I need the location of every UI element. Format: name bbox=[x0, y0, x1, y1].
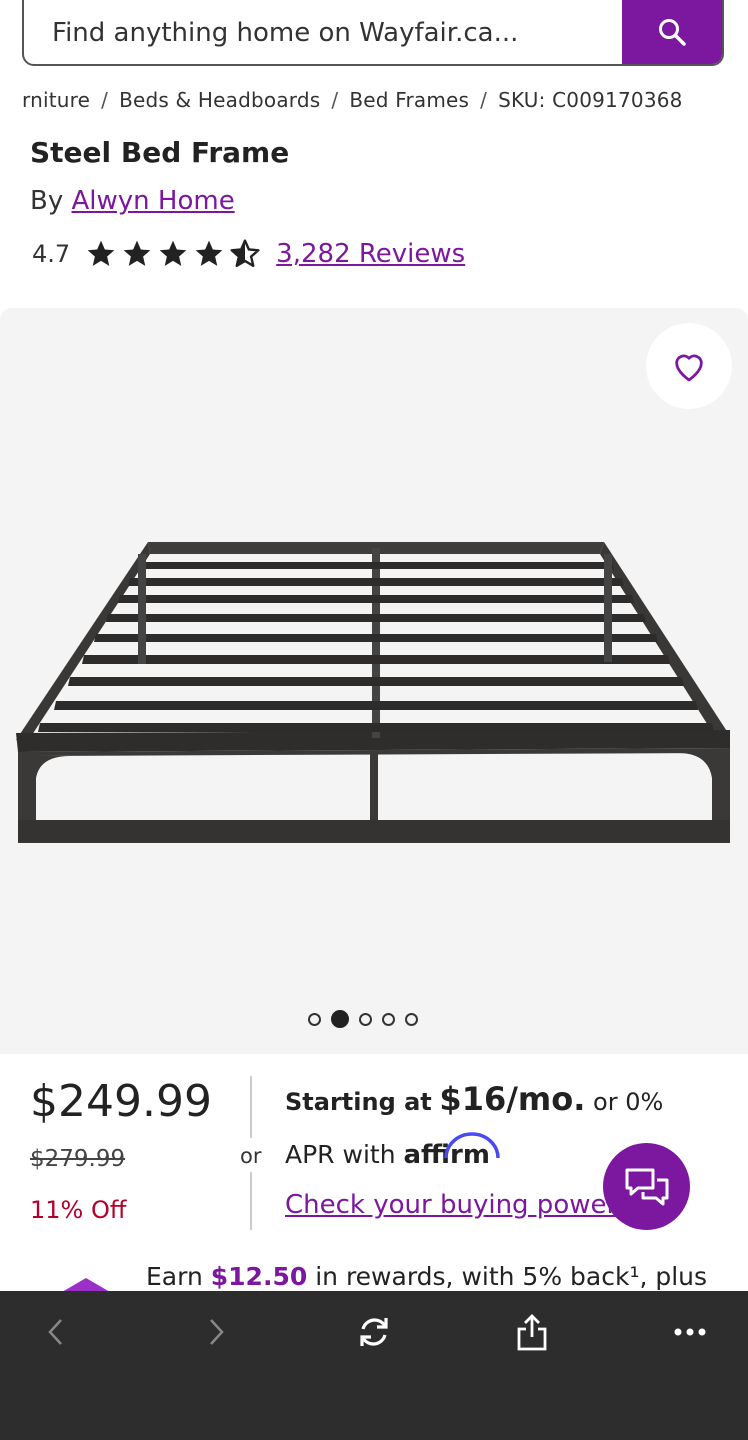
heart-icon bbox=[675, 354, 703, 382]
browser-toolbar bbox=[0, 1291, 748, 1440]
search-icon bbox=[659, 19, 686, 46]
gallery-dot[interactable] bbox=[308, 1012, 321, 1026]
gallery-pagination bbox=[308, 1010, 418, 1028]
brand-line: By Alwyn Home bbox=[30, 186, 235, 216]
product-image-gallery[interactable] bbox=[0, 308, 748, 1054]
rewards-text: Earn $12.50 in rewards, with 5% back¹, p… bbox=[146, 1262, 707, 1291]
favorite-button[interactable] bbox=[646, 323, 732, 409]
original-price: $279.99 bbox=[30, 1146, 126, 1172]
more-icon bbox=[674, 1328, 706, 1336]
rewards-amount: $12.50 bbox=[210, 1262, 308, 1291]
brand-link[interactable]: Alwyn Home bbox=[72, 186, 235, 216]
star-half-icon bbox=[230, 239, 260, 268]
breadcrumb-separator: / bbox=[101, 88, 109, 112]
affirm-arc-icon bbox=[443, 1132, 500, 1159]
by-label: By bbox=[30, 186, 64, 216]
check-buying-power-link[interactable]: Check your buying power bbox=[285, 1190, 617, 1220]
discount-label: 11% Off bbox=[30, 1196, 127, 1224]
search-input[interactable] bbox=[24, 0, 624, 64]
affirm-logo: affirm bbox=[404, 1132, 500, 1170]
financing-amount: $16/mo. bbox=[439, 1080, 586, 1118]
reload-icon bbox=[360, 1318, 388, 1346]
forward-button[interactable] bbox=[184, 1305, 248, 1359]
rewards-description: in rewards, with 5% back¹, plus bbox=[315, 1262, 708, 1291]
forward-icon bbox=[210, 1319, 224, 1345]
reviews-link[interactable]: 3,282 Reviews bbox=[276, 239, 465, 269]
divider bbox=[250, 1172, 252, 1230]
gallery-dot[interactable] bbox=[359, 1012, 372, 1026]
more-button[interactable] bbox=[658, 1305, 722, 1359]
star-icon bbox=[195, 240, 223, 266]
apr-text: APR with bbox=[285, 1140, 396, 1169]
breadcrumb-item[interactable]: rniture bbox=[22, 88, 90, 112]
rating: 4.7 3,282 Reviews bbox=[32, 238, 465, 270]
share-button[interactable] bbox=[500, 1305, 564, 1359]
price: $249.99 bbox=[30, 1076, 212, 1127]
breadcrumb-sku: SKU: C009170368 bbox=[498, 88, 683, 112]
breadcrumb-separator: / bbox=[331, 88, 339, 112]
back-button[interactable] bbox=[24, 1305, 88, 1359]
star-icon bbox=[159, 240, 187, 266]
bed-frame-image bbox=[16, 542, 730, 843]
search-button[interactable] bbox=[622, 0, 722, 64]
breadcrumb-item[interactable]: Beds & Headboards bbox=[119, 88, 320, 112]
breadcrumb: rniture / Beds & Headboards / Bed Frames / SKU… bbox=[22, 88, 748, 122]
rating-value: 4.7 bbox=[32, 240, 71, 268]
rewards-prefix: Earn bbox=[146, 1262, 203, 1291]
chat-icon bbox=[625, 1168, 668, 1205]
breadcrumb-item[interactable]: Bed Frames bbox=[349, 88, 469, 112]
share-icon bbox=[517, 1314, 547, 1351]
breadcrumb-separator: / bbox=[480, 88, 488, 112]
divider bbox=[250, 1076, 252, 1138]
back-icon bbox=[48, 1319, 62, 1345]
gallery-dot-active[interactable] bbox=[331, 1010, 349, 1028]
financing-suffix: or 0% bbox=[593, 1088, 664, 1116]
gallery-dot[interactable] bbox=[405, 1012, 418, 1026]
product-title: Steel Bed Frame bbox=[30, 136, 290, 169]
search-bar bbox=[22, 0, 724, 66]
gallery-dot[interactable] bbox=[382, 1012, 395, 1026]
rating-stars bbox=[84, 238, 262, 270]
reload-button[interactable] bbox=[342, 1305, 406, 1359]
financing-line: Starting at $16/mo. or 0% bbox=[285, 1080, 663, 1118]
financing-prefix: Starting at bbox=[285, 1088, 432, 1116]
star-icon bbox=[123, 240, 151, 266]
financing-line-2: APR with affirm bbox=[285, 1132, 500, 1170]
rewards-icon bbox=[62, 1278, 110, 1292]
star-icon bbox=[87, 240, 115, 266]
chat-button[interactable] bbox=[603, 1143, 690, 1230]
or-label: or bbox=[240, 1144, 262, 1168]
